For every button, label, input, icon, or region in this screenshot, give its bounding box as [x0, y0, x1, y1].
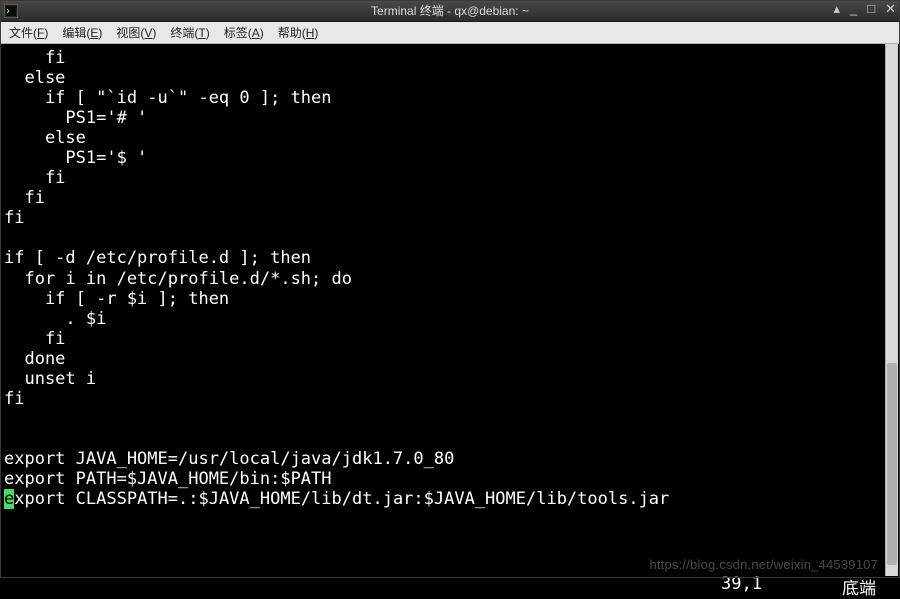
menu-item-h[interactable]: 帮助(H) — [271, 22, 326, 43]
rollup-button[interactable]: ▴ — [833, 2, 840, 15]
terminal-app-icon — [4, 4, 18, 18]
menu-item-e[interactable]: 编辑(E) — [55, 22, 109, 43]
menu-item-f[interactable]: 文件(F) — [2, 22, 55, 43]
menu-item-t[interactable]: 终端(T) — [163, 22, 216, 43]
cursor-position: 39,1 — [721, 574, 762, 594]
scrollbar-thumb[interactable] — [887, 363, 897, 565]
menu-item-a[interactable]: 标签(A) — [217, 22, 271, 43]
terminal-viewport[interactable]: fi else if [ "`id -u`" -eq 0 ]; then PS1… — [0, 44, 900, 576]
close-button[interactable]: ✕ — [885, 2, 896, 15]
maximize-button[interactable]: □ — [867, 2, 875, 15]
window-titlebar: Terminal 终端 - qx@debian: ~ ▴ _ □ ✕ — [0, 0, 900, 22]
scrollbar[interactable] — [885, 44, 898, 576]
cursor: e — [4, 489, 14, 509]
minimize-button[interactable]: _ — [850, 2, 857, 15]
menu-item-v[interactable]: 视图(V) — [109, 22, 163, 43]
window-title: Terminal 终端 - qx@debian: ~ — [0, 2, 900, 19]
window-controls: ▴ _ □ ✕ — [833, 2, 896, 15]
menubar: 文件(F)编辑(E)视图(V)终端(T)标签(A)帮助(H) — [0, 22, 900, 44]
